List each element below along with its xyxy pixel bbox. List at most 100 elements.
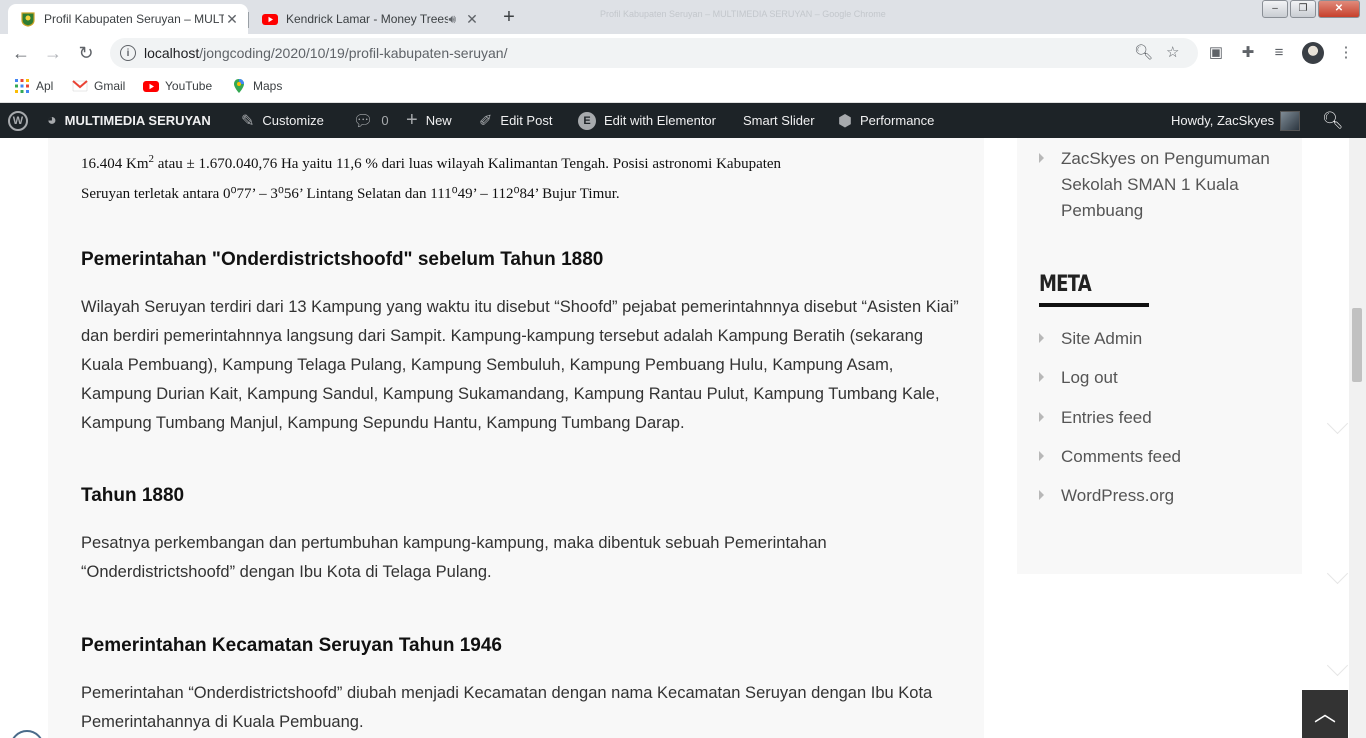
bookmark-label: Maps <box>253 79 283 93</box>
decorative-chevron <box>1326 562 1349 585</box>
decorative-chevron <box>1326 654 1349 677</box>
meta-link-wordpress-org[interactable]: WordPress.org <box>1061 483 1174 509</box>
bookmark-apl[interactable]: Apl <box>14 78 53 94</box>
recent-comment-link[interactable]: ZacSkyes on Pengumuman Sekolah SMAN 1 Ku… <box>1061 146 1286 224</box>
tab-kendrick-lamar[interactable]: Kendrick Lamar - Money Trees 🔊︎ ✕ <box>250 4 488 34</box>
meta-link-site-admin[interactable]: Site Admin <box>1061 326 1142 352</box>
admin-search-button[interactable]: 🔍︎ <box>1322 103 1352 138</box>
menu-kebab-icon[interactable]: ⋮ <box>1336 43 1356 63</box>
elementor-icon: E <box>578 111 596 130</box>
new-content-menu[interactable]: + New <box>406 103 452 138</box>
section-heading: Pemerintahan Kecamatan Seruyan Tahun 194… <box>81 635 502 656</box>
customize-label: Customize <box>262 113 324 128</box>
wordpress-logo-icon: W <box>8 110 28 131</box>
dashboard-gauge-icon: ◕ <box>47 111 57 129</box>
bookmark-youtube[interactable]: YouTube <box>143 78 212 94</box>
intro-paragraph: 16.404 Km2 atau ± 1.670.040,76 Ha yaitu … <box>81 144 961 209</box>
page-viewport: 16.404 Km2 atau ± 1.670.040,76 Ha yaitu … <box>0 138 1366 738</box>
intro-text-line2: Seruyan terletak antara 0⁰77’ – 3⁰56’ Li… <box>81 186 620 202</box>
performance-link[interactable]: ⬢ Performance <box>838 103 934 138</box>
customize-link[interactable]: ✎ Customize <box>241 103 324 138</box>
tab-title: Profil Kabupaten Seruyan – MULTIMEDIA SE… <box>44 12 224 26</box>
bookmark-maps[interactable]: Maps <box>231 78 282 94</box>
comment-bubble-icon: 💬︎ <box>353 112 374 130</box>
youtube-icon <box>143 81 159 92</box>
extension-icon[interactable]: ▣ <box>1206 43 1226 63</box>
wp-admin-bar: W ◕ MULTIMEDIA SERUYAN ✎ Customize 💬︎ 0 … <box>0 103 1366 138</box>
youtube-icon <box>262 14 278 25</box>
comments-count: 0 <box>381 113 389 128</box>
maps-pin-icon <box>234 79 244 93</box>
gmail-icon <box>72 80 88 92</box>
restore-icon[interactable]: ❐ <box>1290 0 1316 18</box>
page-scrollbar[interactable] <box>1349 138 1366 738</box>
window-title: Profil Kabupaten Seruyan – MULTIMEDIA SE… <box>600 9 886 19</box>
cube-icon: ⬢ <box>838 112 852 130</box>
puzzle-extensions-icon[interactable]: ✚ <box>1238 43 1258 63</box>
scroll-to-top-button[interactable]: ︿ <box>1302 690 1348 738</box>
url-text[interactable]: localhost/jongcoding/2020/10/19/profil-k… <box>144 45 507 61</box>
minimize-icon[interactable]: – <box>1262 0 1288 18</box>
my-account-menu[interactable]: Howdy, ZacSkyes <box>1171 103 1301 138</box>
close-window-icon[interactable]: ✕ <box>1318 0 1360 18</box>
intro-text-a: 16.404 Km <box>81 156 149 172</box>
zoom-icon[interactable]: 🔍︎ <box>1134 43 1153 61</box>
performance-label: Performance <box>859 113 935 128</box>
user-avatar <box>1280 110 1301 131</box>
speaker-icon[interactable]: 🔊︎ <box>448 12 456 27</box>
bookmark-star-icon[interactable]: ☆ <box>1166 43 1179 61</box>
plus-icon: + <box>406 109 418 131</box>
smart-slider-link[interactable]: Smart Slider <box>743 103 815 138</box>
new-tab-button[interactable]: + <box>496 6 522 30</box>
section-paragraph: Pemerintahan “Onderdistrictshoofd” diuba… <box>81 684 933 731</box>
url-path: /jongcoding/2020/10/19/profil-kabupaten-… <box>199 45 508 61</box>
decorative-chevron <box>1326 412 1349 435</box>
bookmark-label: Apl <box>36 79 54 93</box>
list-bullet-icon <box>1039 153 1044 163</box>
bookmark-label: YouTube <box>165 79 213 93</box>
new-label: New <box>425 113 452 128</box>
intro-text-b: atau ± 1.670.040,76 Ha yaitu 11,6 % dari… <box>154 156 782 172</box>
floating-circle-icon[interactable] <box>10 730 44 738</box>
close-tab-icon[interactable]: ✕ <box>464 11 480 28</box>
forward-icon[interactable]: → <box>40 40 66 66</box>
seruyan-crest-icon <box>21 12 35 27</box>
apps-grid-icon <box>15 79 29 93</box>
url-host: localhost <box>144 45 200 61</box>
list-bullet-icon <box>1039 490 1044 500</box>
back-icon[interactable]: ← <box>8 40 34 66</box>
meta-link-log-out[interactable]: Log out <box>1061 365 1118 391</box>
list-bullet-icon <box>1039 372 1044 382</box>
profile-avatar[interactable] <box>1302 42 1324 64</box>
pencil-icon: ✐ <box>479 112 493 130</box>
edit-post-link[interactable]: ✐ Edit Post <box>479 103 552 138</box>
elementor-link[interactable]: E Edit with Elementor <box>578 103 716 138</box>
site-name: MULTIMEDIA SERUYAN <box>64 113 211 128</box>
close-tab-icon[interactable]: ✕ <box>224 11 240 28</box>
meta-link-entries-feed[interactable]: Entries feed <box>1061 405 1152 431</box>
tab-separator <box>248 12 249 28</box>
tab-profil-kabupaten[interactable]: Profil Kabupaten Seruyan – MULTIMEDIA SE… <box>8 4 248 34</box>
section-paragraph: Pesatnya perkembangan dan pertumbuhan ka… <box>81 534 827 581</box>
site-name-menu[interactable]: ◕ MULTIMEDIA SERUYAN <box>47 103 211 138</box>
chevron-up-icon: ︿ <box>1313 701 1336 726</box>
elementor-label: Edit with Elementor <box>604 113 716 128</box>
meta-title-underline <box>1039 303 1149 307</box>
howdy-text: Howdy, ZacSkyes <box>1171 113 1275 128</box>
address-bar[interactable]: i localhost/jongcoding/2020/10/19/profil… <box>110 38 1198 68</box>
reload-icon[interactable]: ↻ <box>73 40 99 66</box>
meta-link-comments-feed[interactable]: Comments feed <box>1061 444 1181 470</box>
edit-post-label: Edit Post <box>500 113 553 128</box>
smart-slider-label: Smart Slider <box>743 113 815 128</box>
wp-logo-menu[interactable]: W <box>8 103 28 138</box>
section-heading: Pemerintahan "Onderdistrictshoofd" sebel… <box>81 249 604 270</box>
browser-toolbar: ← → ↻ i localhost/jongcoding/2020/10/19/… <box>0 34 1366 72</box>
bookmark-gmail[interactable]: Gmail <box>72 78 125 94</box>
section-paragraph: Wilayah Seruyan terdiri dari 13 Kampung … <box>81 298 959 432</box>
list-bullet-icon <box>1039 333 1044 343</box>
site-info-icon[interactable]: i <box>120 45 136 61</box>
media-control-icon[interactable]: ≡ <box>1269 43 1289 63</box>
comments-link[interactable]: 💬︎ 0 <box>353 103 389 138</box>
scrollbar-thumb[interactable] <box>1352 308 1362 382</box>
meta-widget-title: META <box>1039 272 1092 297</box>
